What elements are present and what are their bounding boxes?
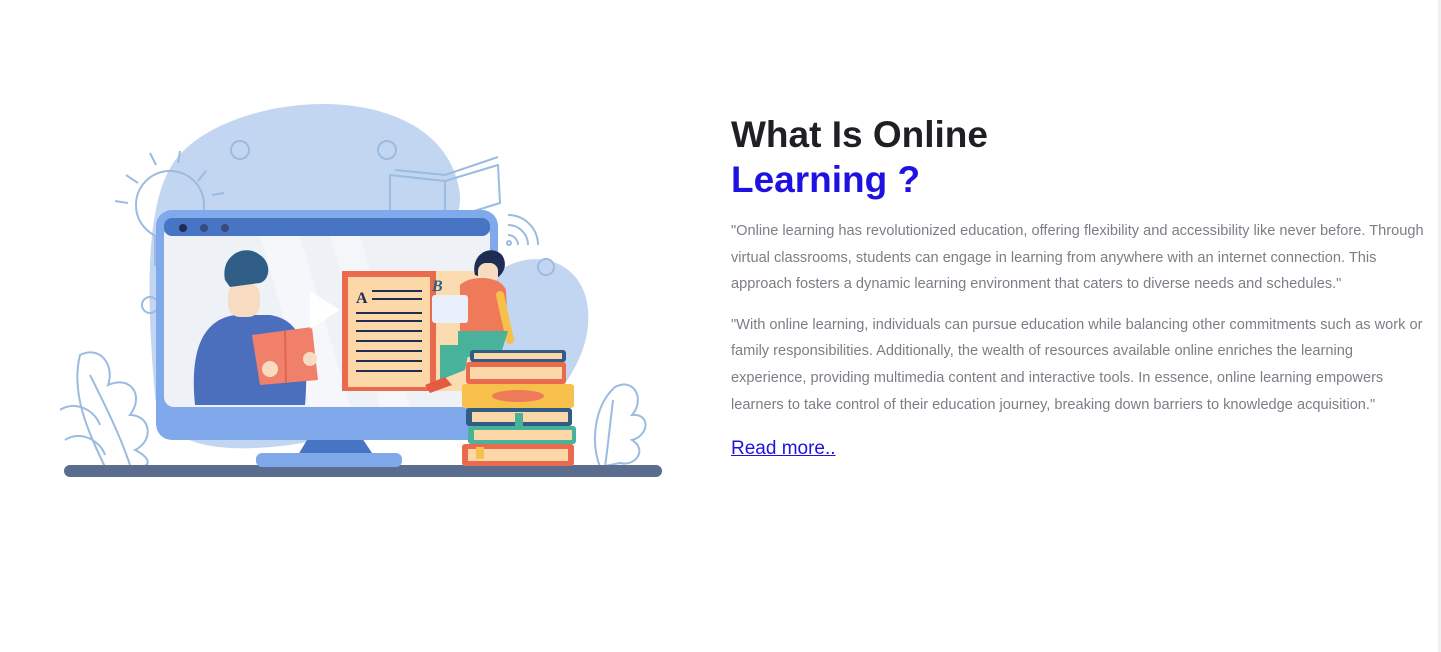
book-letter-a: A [356, 290, 368, 307]
book-letter-b: B [431, 278, 443, 295]
read-more-link[interactable]: Read more.. [731, 438, 836, 460]
hero-content: What Is Online Learning ? "Online learni… [731, 112, 1431, 460]
window-dot [179, 224, 187, 232]
page: A B What Is Online Learning ? "Online le… [0, 0, 1441, 652]
leaf-right-icon [594, 383, 647, 469]
wifi-icon [506, 214, 539, 246]
page-title: What Is Online Learning ? [731, 112, 1431, 202]
title-line-2-accent: Learning ? [731, 159, 921, 200]
leaf-left-icon [59, 351, 149, 469]
book-stack [462, 350, 576, 466]
intro-paragraph: "Online learning has revolutionized educ… [731, 223, 1424, 293]
window-dot [221, 224, 229, 232]
online-learning-illustration: A B [59, 95, 670, 485]
window-dot [200, 224, 208, 232]
title-line-1: What Is Online [731, 114, 988, 155]
detail-paragraph: "With online learning, individuals can p… [731, 316, 1423, 413]
